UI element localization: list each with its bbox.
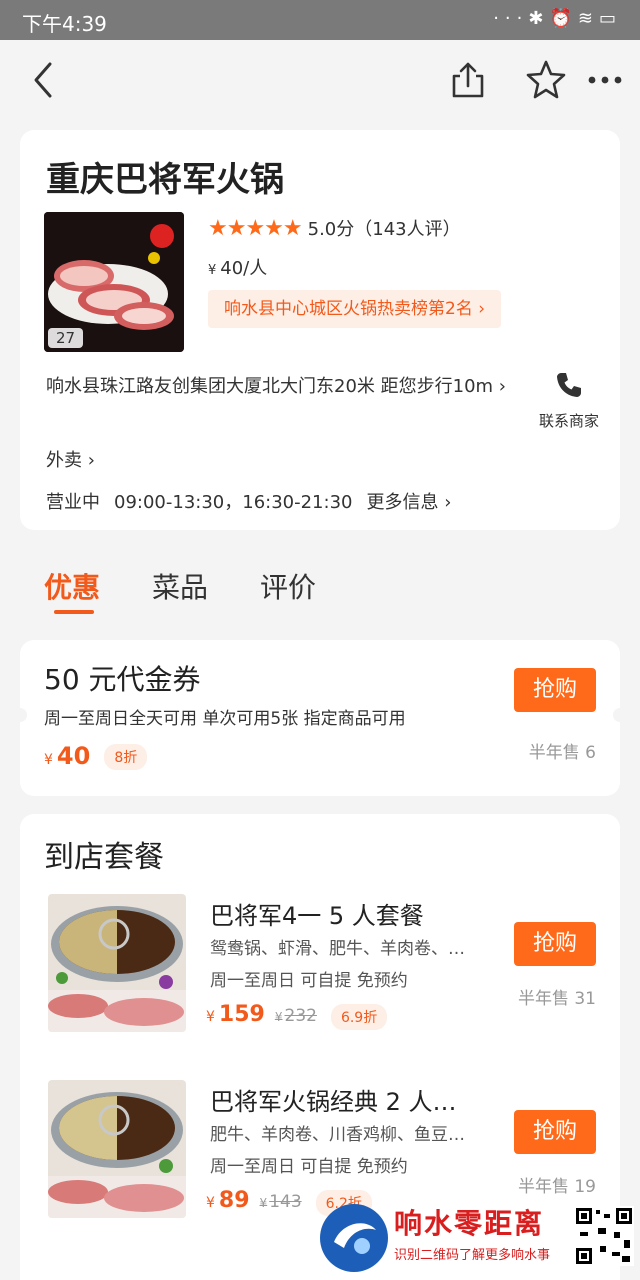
back-button[interactable] — [26, 58, 66, 102]
package-sold-count: 半年售 31 — [517, 989, 596, 1009]
business-hours: 营业中 09:00-13:30，16:30-21:30 更多信息 › — [46, 488, 465, 514]
price-currency: ¥ — [208, 263, 217, 278]
rating-score: 5.0分（143人评） — [307, 219, 461, 240]
phone-icon — [557, 373, 581, 397]
more-icon — [588, 76, 622, 84]
active-tab-indicator — [54, 610, 94, 614]
status-time: 下午4:39 — [22, 12, 107, 36]
share-icon — [452, 62, 484, 98]
package-buy-button[interactable]: 抢购 — [514, 1110, 596, 1154]
back-icon — [34, 62, 52, 98]
price-value: 40/人 — [220, 258, 268, 279]
qr-code-icon — [574, 1206, 634, 1266]
package-sold-count: 半年售 19 — [517, 1177, 596, 1197]
voucher-terms: 周一至周日全天可用 单次可用5张 指定商品可用 — [44, 709, 406, 729]
hotpot-image — [48, 894, 186, 1032]
tab-reviews[interactable]: 评价 — [260, 566, 316, 606]
ticket-notch-right — [613, 708, 627, 722]
package-item[interactable]: 巴将军4一 5 人套餐 鸳鸯锅、虾滑、肥牛、羊肉卷、… 周一至周日 可自提 免预… — [20, 894, 620, 1044]
more-button[interactable] — [586, 58, 626, 102]
voucher-currency: ¥ — [44, 752, 53, 768]
package-currency: ¥ — [206, 1195, 215, 1211]
voucher-price: ¥40 8折 — [44, 742, 148, 770]
shop-photo[interactable]: 27 — [44, 212, 184, 352]
packages-section-title: 到店套餐 — [44, 840, 164, 875]
photo-count: 27 — [48, 328, 84, 348]
voucher-price-value: 40 — [56, 742, 91, 770]
package-price-value: 89 — [218, 1188, 250, 1213]
package-image — [48, 894, 186, 1032]
hours-text: 09:00-13:30，16:30-21:30 — [114, 492, 353, 513]
voucher-sold-count: 半年售 6 — [528, 743, 596, 763]
voucher-title: 50 元代金券 — [44, 663, 201, 696]
top-nav — [0, 40, 640, 120]
watermark-name: 响水零距离 — [394, 1207, 545, 1240]
watermark-logo-icon — [320, 1204, 388, 1272]
contact-merchant-button[interactable]: 联系商家 — [524, 370, 614, 431]
shop-info-card: 重庆巴将军火锅 27 ★★★★★ 5.0分（143人评） ¥40/人 响水县中心… — [20, 130, 620, 530]
rating-stars-icon: ★★★★★ — [208, 215, 303, 241]
package-discount-badge: 6.9折 — [330, 1003, 388, 1030]
avg-price: ¥40/人 — [208, 254, 267, 280]
voucher-discount-badge: 8折 — [104, 744, 148, 770]
package-original-currency: ¥ — [259, 1196, 268, 1210]
rank-badge[interactable]: 响水县中心城区火锅热卖榜第2名 › — [208, 290, 502, 328]
package-name: 巴将军火锅经典 2 人… — [210, 1088, 457, 1116]
package-name: 巴将军4一 5 人套餐 — [210, 902, 424, 930]
ticket-notch-left — [13, 708, 27, 722]
package-terms: 周一至周日 可自提 免预约 — [210, 971, 408, 991]
open-status: 营业中 — [46, 492, 100, 513]
package-original-price: 232 — [284, 1006, 317, 1026]
tab-bar: 优惠 菜品 评价 — [0, 560, 640, 620]
hotpot-image — [48, 1080, 186, 1218]
package-contents: 肥牛、羊肉卷、川香鸡柳、鱼豆… — [210, 1125, 465, 1145]
contact-label: 联系商家 — [538, 412, 599, 430]
shop-address[interactable]: 响水县珠江路友创集团大厦北大门东20米 距您步行10m › — [46, 372, 516, 402]
rating-row: ★★★★★ 5.0分（143人评） — [208, 214, 461, 242]
signal-dots-icon: ··· — [493, 8, 529, 29]
share-button[interactable] — [448, 58, 488, 102]
alarm-icon: ⏰ — [549, 8, 578, 29]
package-image — [48, 1080, 186, 1218]
status-bar: 下午4:39 ···✱⏰≋▭ — [0, 0, 640, 40]
voucher-buy-button[interactable]: 抢购 — [514, 668, 596, 712]
tab-deals[interactable]: 优惠 — [44, 566, 100, 606]
status-icons: ···✱⏰≋▭ — [493, 8, 622, 29]
voucher-card[interactable]: 50 元代金券 周一至周日全天可用 单次可用5张 指定商品可用 ¥40 8折 抢购… — [13, 640, 627, 796]
package-buy-button[interactable]: 抢购 — [514, 922, 596, 966]
package-original-price: 143 — [269, 1192, 302, 1212]
package-contents: 鸳鸯锅、虾滑、肥牛、羊肉卷、… — [210, 939, 465, 959]
tab-dishes[interactable]: 菜品 — [152, 566, 208, 606]
package-original-currency: ¥ — [274, 1010, 283, 1024]
watermark-subtitle: 识别二维码了解更多响水事 — [394, 1248, 551, 1263]
package-currency: ¥ — [206, 1009, 215, 1025]
battery-icon: ▭ — [598, 8, 622, 29]
package-price-value: 159 — [218, 1002, 265, 1027]
wifi-icon: ≋ — [577, 8, 599, 29]
package-price: ¥159 ¥232 6.9折 — [206, 1002, 388, 1030]
favorite-button[interactable] — [524, 58, 568, 102]
more-info-link[interactable]: 更多信息 › — [366, 492, 451, 513]
star-outline-icon — [526, 60, 566, 99]
package-terms: 周一至周日 可自提 免预约 — [210, 1157, 408, 1177]
delivery-link[interactable]: 外卖 › — [46, 446, 95, 472]
watermark: 响水零距离 识别二维码了解更多响水事 — [316, 1196, 640, 1280]
bluetooth-icon: ✱ — [528, 8, 550, 29]
shop-name: 重庆巴将军火锅 — [46, 160, 284, 200]
